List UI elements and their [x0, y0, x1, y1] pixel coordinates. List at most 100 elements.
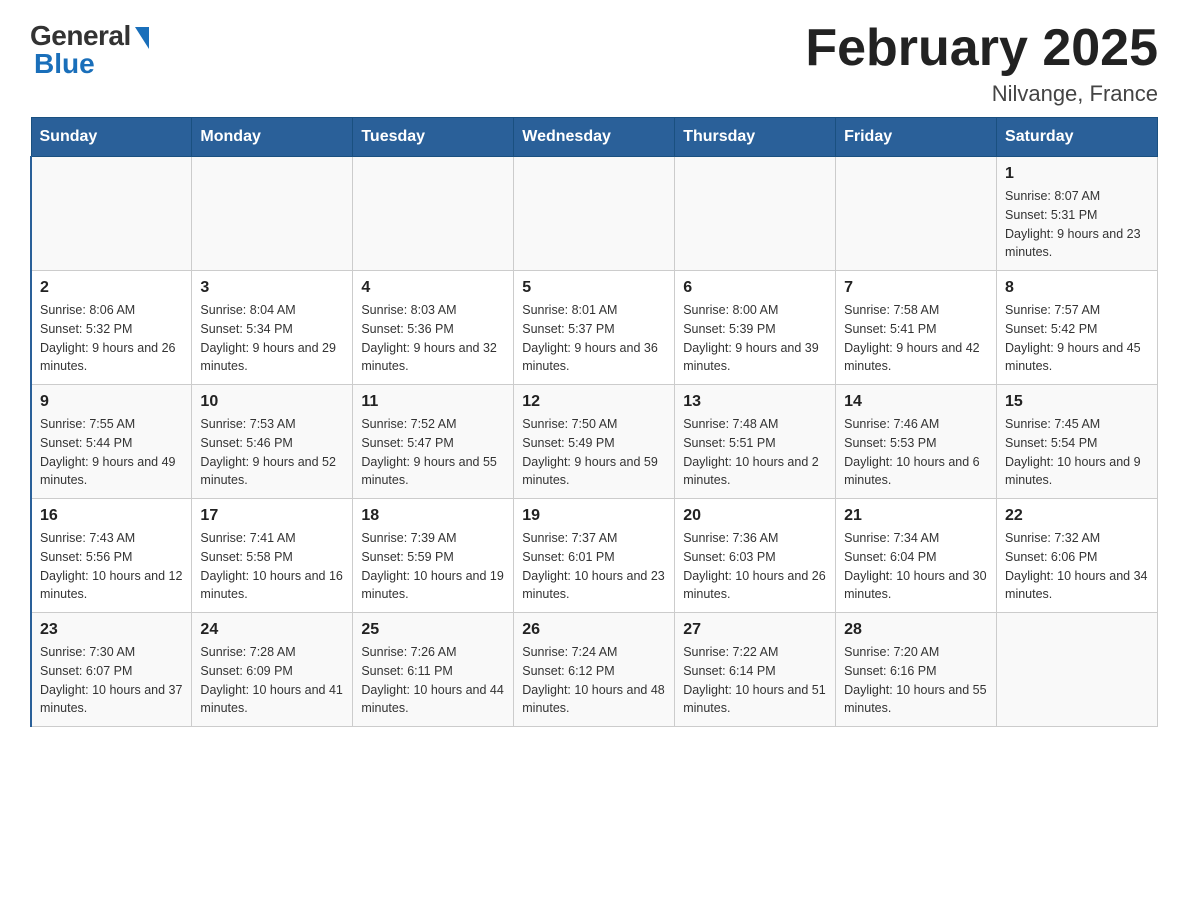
- calendar-cell: [997, 613, 1158, 727]
- day-number: 8: [1005, 279, 1149, 297]
- calendar-table: SundayMondayTuesdayWednesdayThursdayFrid…: [30, 117, 1158, 727]
- column-header-monday: Monday: [192, 118, 353, 157]
- day-info: Sunrise: 8:03 AMSunset: 5:36 PMDaylight:…: [361, 301, 505, 376]
- day-info: Sunrise: 7:58 AMSunset: 5:41 PMDaylight:…: [844, 301, 988, 376]
- day-info: Sunrise: 7:28 AMSunset: 6:09 PMDaylight:…: [200, 643, 344, 718]
- calendar-cell: 7 Sunrise: 7:58 AMSunset: 5:41 PMDaylight…: [836, 271, 997, 385]
- day-info: Sunrise: 7:53 AMSunset: 5:46 PMDaylight:…: [200, 415, 344, 490]
- calendar-cell: 26 Sunrise: 7:24 AMSunset: 6:12 PMDayligh…: [514, 613, 675, 727]
- day-number: 24: [200, 621, 344, 639]
- day-info: Sunrise: 7:39 AMSunset: 5:59 PMDaylight:…: [361, 529, 505, 604]
- column-header-wednesday: Wednesday: [514, 118, 675, 157]
- calendar-week-row: 9 Sunrise: 7:55 AMSunset: 5:44 PMDaylight…: [31, 385, 1158, 499]
- day-number: 9: [40, 393, 183, 411]
- day-number: 10: [200, 393, 344, 411]
- calendar-cell: 9 Sunrise: 7:55 AMSunset: 5:44 PMDaylight…: [31, 385, 192, 499]
- calendar-cell: [192, 157, 353, 271]
- day-info: Sunrise: 7:57 AMSunset: 5:42 PMDaylight:…: [1005, 301, 1149, 376]
- calendar-cell: [31, 157, 192, 271]
- calendar-cell: 21Sunrise: 7:34 AMSunset: 6:04 PMDayligh…: [836, 499, 997, 613]
- location-text: Nilvange, France: [805, 81, 1158, 107]
- calendar-cell: 18 Sunrise: 7:39 AMSunset: 5:59 PMDayligh…: [353, 499, 514, 613]
- day-info: Sunrise: 7:50 AMSunset: 5:49 PMDaylight:…: [522, 415, 666, 490]
- month-title: February 2025: [805, 20, 1158, 77]
- day-number: 19: [522, 507, 666, 525]
- day-info: Sunrise: 7:55 AMSunset: 5:44 PMDaylight:…: [40, 415, 183, 490]
- calendar-cell: [353, 157, 514, 271]
- calendar-cell: 24 Sunrise: 7:28 AMSunset: 6:09 PMDayligh…: [192, 613, 353, 727]
- day-number: 11: [361, 393, 505, 411]
- calendar-cell: 1 Sunrise: 8:07 AMSunset: 5:31 PMDaylight…: [997, 157, 1158, 271]
- day-number: 27: [683, 621, 827, 639]
- calendar-cell: 19 Sunrise: 7:37 AMSunset: 6:01 PMDayligh…: [514, 499, 675, 613]
- logo-arrow-icon: [135, 27, 149, 49]
- column-header-friday: Friday: [836, 118, 997, 157]
- calendar-cell: 12Sunrise: 7:50 AMSunset: 5:49 PMDayligh…: [514, 385, 675, 499]
- day-info: Sunrise: 7:20 AMSunset: 6:16 PMDaylight:…: [844, 643, 988, 718]
- day-number: 7: [844, 279, 988, 297]
- calendar-week-row: 2Sunrise: 8:06 AMSunset: 5:32 PMDaylight…: [31, 271, 1158, 385]
- day-info: Sunrise: 7:30 AMSunset: 6:07 PMDaylight:…: [40, 643, 183, 718]
- day-info: Sunrise: 7:32 AMSunset: 6:06 PMDaylight:…: [1005, 529, 1149, 604]
- calendar-cell: 28 Sunrise: 7:20 AMSunset: 6:16 PMDayligh…: [836, 613, 997, 727]
- day-number: 28: [844, 621, 988, 639]
- day-info: Sunrise: 8:07 AMSunset: 5:31 PMDaylight:…: [1005, 187, 1149, 262]
- calendar-cell: 23 Sunrise: 7:30 AMSunset: 6:07 PMDayligh…: [31, 613, 192, 727]
- day-info: Sunrise: 7:43 AMSunset: 5:56 PMDaylight:…: [40, 529, 183, 604]
- day-number: 17: [200, 507, 344, 525]
- day-number: 13: [683, 393, 827, 411]
- day-number: 26: [522, 621, 666, 639]
- calendar-cell: 20 Sunrise: 7:36 AMSunset: 6:03 PMDayligh…: [675, 499, 836, 613]
- calendar-week-row: 23 Sunrise: 7:30 AMSunset: 6:07 PMDayligh…: [31, 613, 1158, 727]
- day-number: 16: [40, 507, 183, 525]
- day-info: Sunrise: 8:00 AMSunset: 5:39 PMDaylight:…: [683, 301, 827, 376]
- day-info: Sunrise: 7:52 AMSunset: 5:47 PMDaylight:…: [361, 415, 505, 490]
- calendar-cell: 8 Sunrise: 7:57 AMSunset: 5:42 PMDaylight…: [997, 271, 1158, 385]
- day-number: 5: [522, 279, 666, 297]
- calendar-cell: 3Sunrise: 8:04 AMSunset: 5:34 PMDaylight…: [192, 271, 353, 385]
- day-number: 3: [200, 279, 344, 297]
- day-info: Sunrise: 7:48 AMSunset: 5:51 PMDaylight:…: [683, 415, 827, 490]
- day-number: 2: [40, 279, 183, 297]
- day-number: 23: [40, 621, 183, 639]
- calendar-cell: 13 Sunrise: 7:48 AMSunset: 5:51 PMDayligh…: [675, 385, 836, 499]
- day-number: 6: [683, 279, 827, 297]
- calendar-cell: [514, 157, 675, 271]
- calendar-cell: 25 Sunrise: 7:26 AMSunset: 6:11 PMDayligh…: [353, 613, 514, 727]
- calendar-cell: 16 Sunrise: 7:43 AMSunset: 5:56 PMDayligh…: [31, 499, 192, 613]
- calendar-cell: 27 Sunrise: 7:22 AMSunset: 6:14 PMDayligh…: [675, 613, 836, 727]
- calendar-cell: 2Sunrise: 8:06 AMSunset: 5:32 PMDaylight…: [31, 271, 192, 385]
- column-header-tuesday: Tuesday: [353, 118, 514, 157]
- day-info: Sunrise: 7:22 AMSunset: 6:14 PMDaylight:…: [683, 643, 827, 718]
- column-header-saturday: Saturday: [997, 118, 1158, 157]
- day-number: 18: [361, 507, 505, 525]
- title-block: February 2025 Nilvange, France: [805, 20, 1158, 107]
- calendar-cell: 14 Sunrise: 7:46 AMSunset: 5:53 PMDayligh…: [836, 385, 997, 499]
- day-number: 1: [1005, 165, 1149, 183]
- calendar-cell: 22 Sunrise: 7:32 AMSunset: 6:06 PMDayligh…: [997, 499, 1158, 613]
- calendar-header-row: SundayMondayTuesdayWednesdayThursdayFrid…: [31, 118, 1158, 157]
- day-info: Sunrise: 7:37 AMSunset: 6:01 PMDaylight:…: [522, 529, 666, 604]
- day-number: 21: [844, 507, 988, 525]
- day-number: 25: [361, 621, 505, 639]
- calendar-cell: [675, 157, 836, 271]
- day-info: Sunrise: 8:01 AMSunset: 5:37 PMDaylight:…: [522, 301, 666, 376]
- logo: General Blue: [30, 20, 149, 80]
- column-header-thursday: Thursday: [675, 118, 836, 157]
- day-number: 14: [844, 393, 988, 411]
- day-info: Sunrise: 7:36 AMSunset: 6:03 PMDaylight:…: [683, 529, 827, 604]
- calendar-week-row: 16 Sunrise: 7:43 AMSunset: 5:56 PMDayligh…: [31, 499, 1158, 613]
- day-info: Sunrise: 7:24 AMSunset: 6:12 PMDaylight:…: [522, 643, 666, 718]
- day-info: Sunrise: 7:45 AMSunset: 5:54 PMDaylight:…: [1005, 415, 1149, 490]
- day-number: 22: [1005, 507, 1149, 525]
- day-info: Sunrise: 7:26 AMSunset: 6:11 PMDaylight:…: [361, 643, 505, 718]
- calendar-cell: 17 Sunrise: 7:41 AMSunset: 5:58 PMDayligh…: [192, 499, 353, 613]
- day-info: Sunrise: 7:41 AMSunset: 5:58 PMDaylight:…: [200, 529, 344, 604]
- day-info: Sunrise: 7:46 AMSunset: 5:53 PMDaylight:…: [844, 415, 988, 490]
- page-header: General Blue February 2025 Nilvange, Fra…: [30, 20, 1158, 107]
- day-number: 20: [683, 507, 827, 525]
- day-number: 15: [1005, 393, 1149, 411]
- calendar-cell: 4Sunrise: 8:03 AMSunset: 5:36 PMDaylight…: [353, 271, 514, 385]
- calendar-cell: 10 Sunrise: 7:53 AMSunset: 5:46 PMDayligh…: [192, 385, 353, 499]
- calendar-cell: [836, 157, 997, 271]
